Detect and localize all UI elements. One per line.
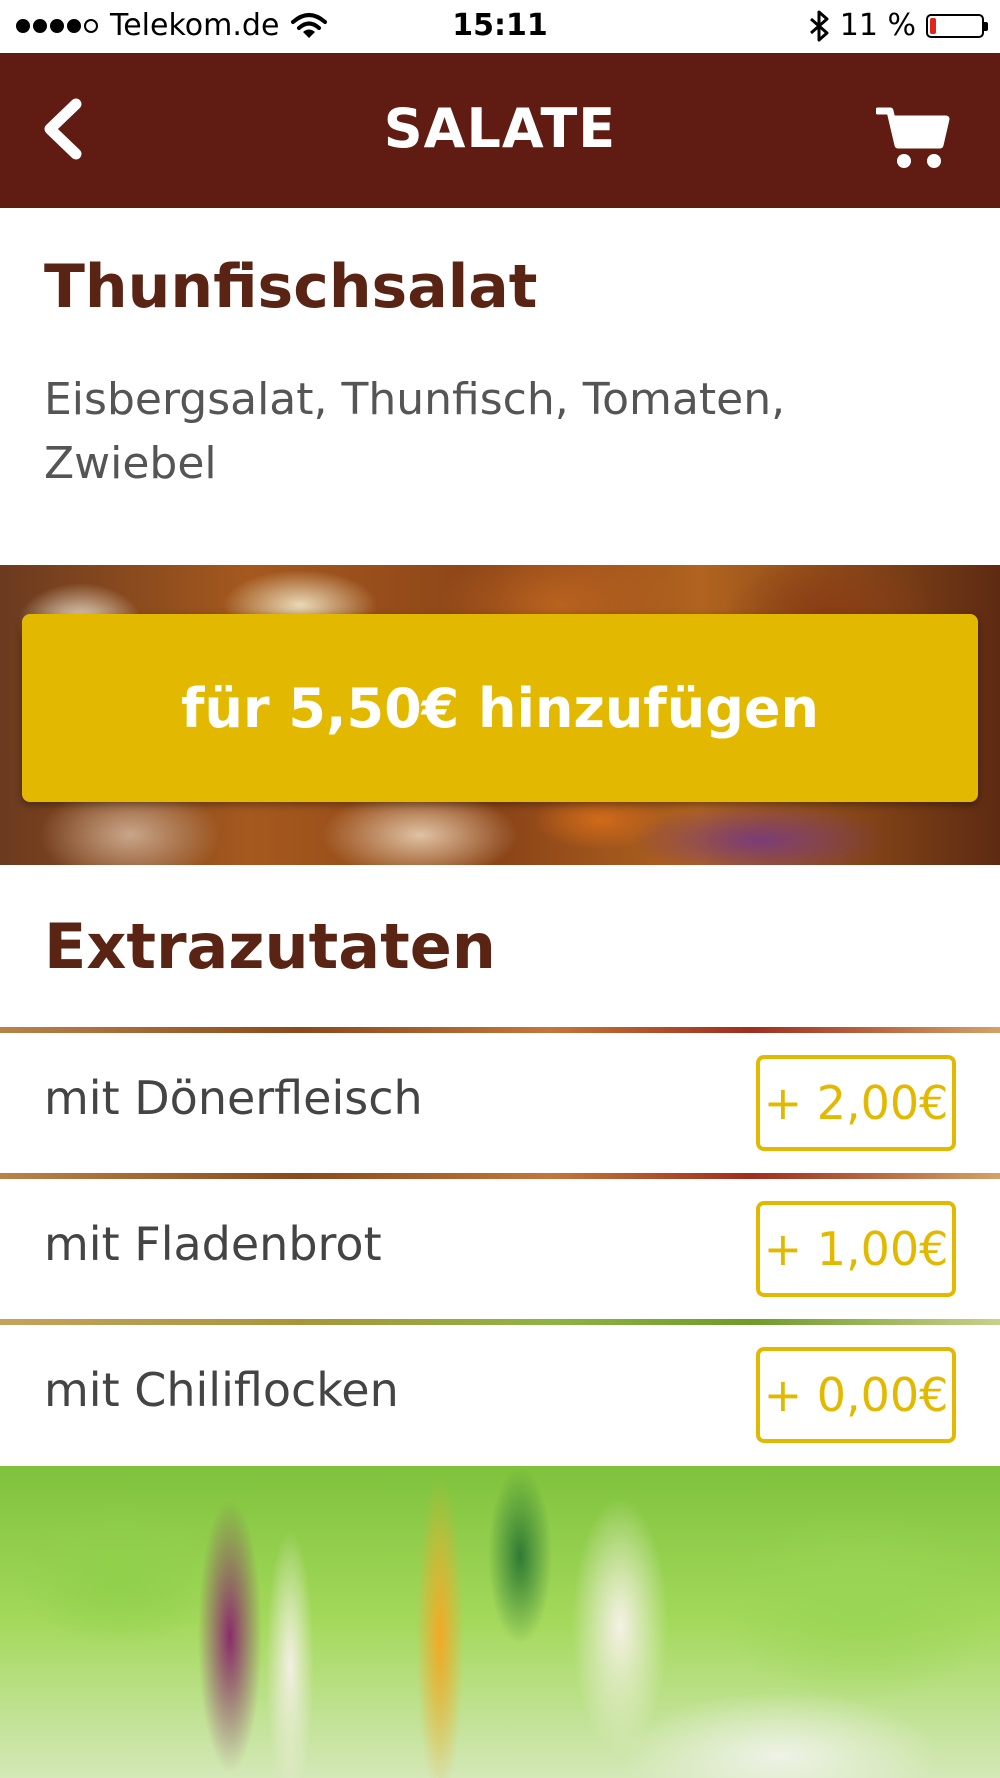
add-to-cart-button[interactable]: für 5,50€ hinzufügen — [22, 614, 978, 802]
battery-icon — [926, 13, 988, 38]
nav-bar: SALATE — [0, 53, 1000, 208]
extras-header: Extrazutaten — [0, 865, 1000, 1027]
extra-item-doenerfleisch[interactable]: mit Dönerfleisch + 2,00€ — [0, 1033, 1000, 1173]
extra-item-label: mit Chiliflocken — [44, 1363, 399, 1417]
battery-percent: 11 % — [839, 8, 916, 43]
product-description: Eisbergsalat, Thunfisch, Tomaten, Zwiebe… — [44, 374, 786, 489]
cart-button[interactable] — [874, 105, 950, 171]
extra-price-button[interactable]: + 1,00€ — [756, 1201, 956, 1297]
battery-level — [930, 17, 936, 34]
status-right: 11 % — [808, 8, 988, 43]
extra-item-fladenbrot[interactable]: mit Fladenbrot + 1,00€ — [0, 1179, 1000, 1319]
page-title: SALATE — [383, 97, 617, 160]
extra-item-label: mit Fladenbrot — [44, 1217, 382, 1271]
status-bar: Telekom.de 15:11 11 % — [0, 0, 1000, 53]
bluetooth-icon — [809, 10, 829, 41]
extra-item-label: mit Dönerfleisch — [44, 1071, 423, 1125]
product-title: Thunfischsalat — [44, 252, 538, 322]
extra-price-button[interactable]: + 2,00€ — [756, 1055, 956, 1151]
cart-icon — [874, 107, 950, 168]
extras-title: Extrazutaten — [44, 910, 496, 983]
extra-item-chiliflocken[interactable]: mit Chiliflocken + 0,00€ — [0, 1325, 1000, 1465]
extra-price-button[interactable]: + 0,00€ — [756, 1347, 956, 1443]
salad-photo-background — [0, 1466, 1000, 1778]
